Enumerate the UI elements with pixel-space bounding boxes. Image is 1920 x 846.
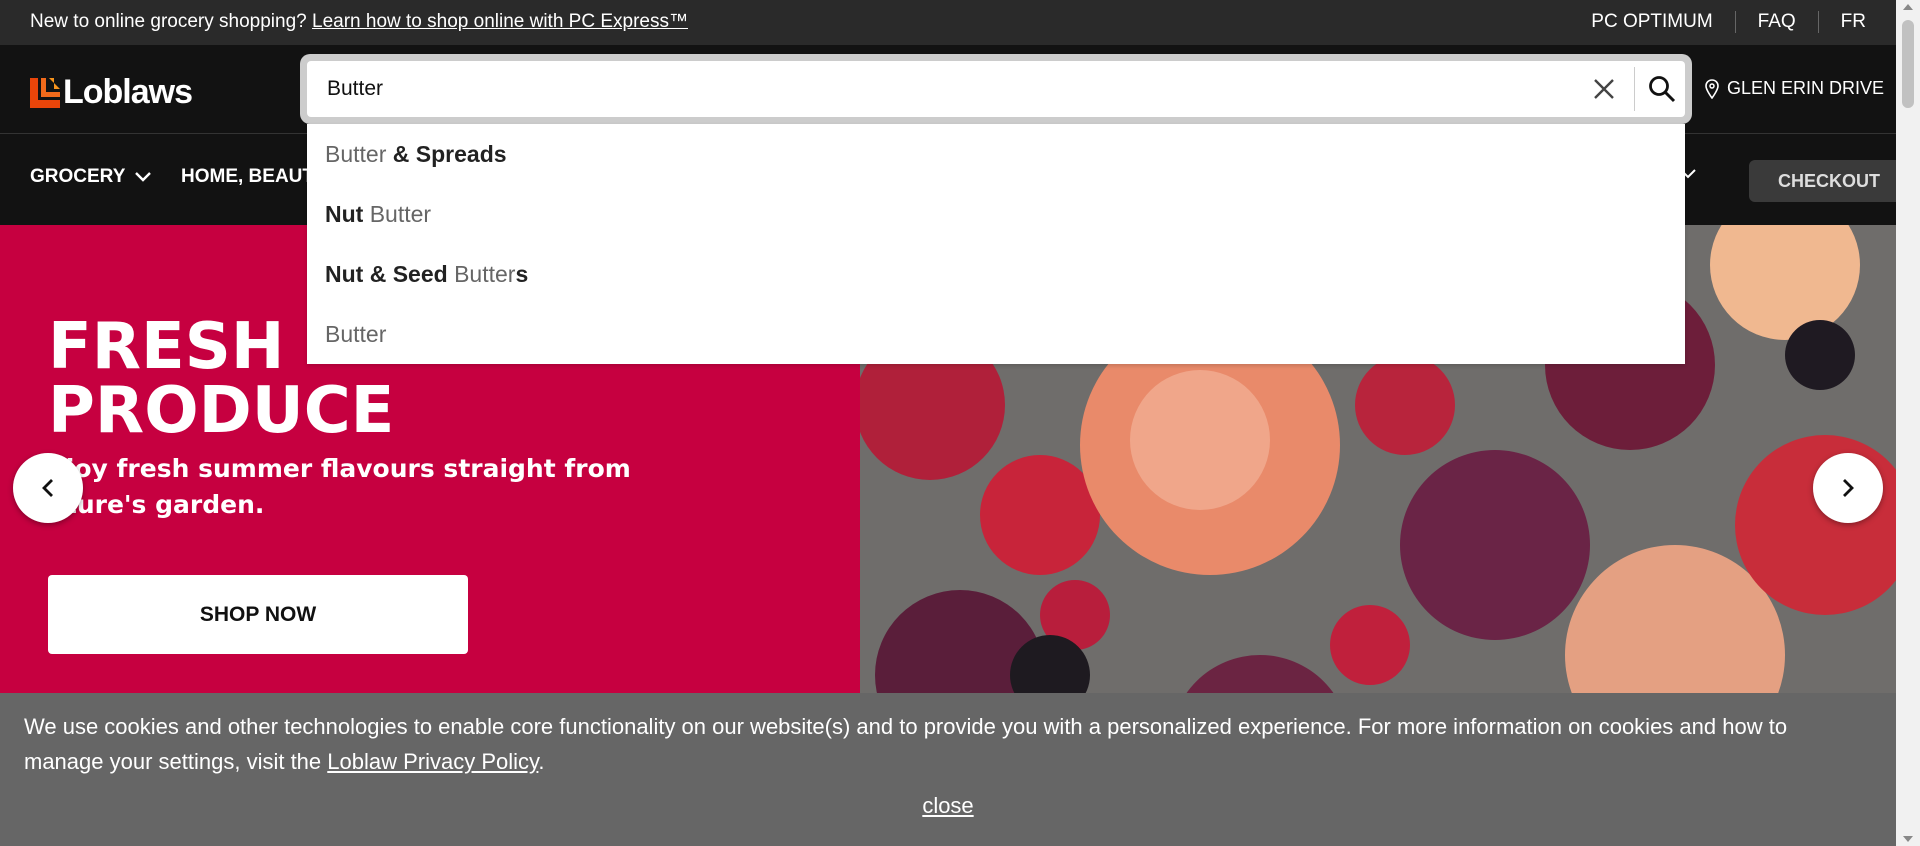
suggestion-muted: Butter [454, 260, 516, 287]
search-icon[interactable] [1647, 74, 1677, 104]
cookie-message: We use cookies and other technologies to… [24, 714, 1788, 774]
checkout-label: CHECKOUT [1778, 170, 1880, 191]
suggestion-item[interactable]: Butter & Spreads [307, 124, 1685, 184]
hero-subtitle-line1: njoy fresh summer flavours straight from [48, 454, 631, 483]
logo-text: Loblaws [63, 73, 193, 111]
suggestion-item[interactable]: Nut & Seed Butter s [307, 244, 1685, 304]
chevron-left-icon [42, 479, 53, 497]
suggestion-item[interactable]: Butter [307, 304, 1685, 364]
carousel-next-button[interactable] [1813, 453, 1883, 523]
suggestion-bold: Nut [325, 200, 370, 227]
cookie-text: We use cookies and other technologies to… [24, 709, 1864, 779]
suggestion-muted: Butter [369, 200, 432, 227]
language-toggle-link[interactable]: FR [1817, 11, 1866, 33]
faq-link[interactable]: FAQ [1734, 11, 1818, 33]
nav-home-beauty-label: HOME, BEAUT [181, 166, 314, 187]
suggestion-muted: Butter [325, 320, 387, 347]
promo-message: New to online grocery shopping? Learn ho… [30, 11, 688, 33]
checkout-button[interactable]: CHECKOUT [1749, 160, 1909, 202]
shop-now-button[interactable]: SHOP NOW [48, 575, 468, 654]
suggestion-bold: & Spreads [386, 140, 507, 167]
suggestion-bold: s [515, 260, 529, 287]
search-divider [1634, 67, 1635, 111]
location-pin-icon [1705, 78, 1719, 99]
store-name: GLEN ERIN DRIVE [1727, 78, 1885, 98]
top-links: PC OPTIMUM FAQ FR [1591, 11, 1866, 33]
store-selector[interactable]: GLEN ERIN DRIVE [1705, 78, 1884, 99]
cookie-period: . [538, 749, 545, 774]
pc-optimum-link[interactable]: PC OPTIMUM [1591, 11, 1734, 33]
nav-grocery-label: GROCERY [30, 166, 126, 187]
search-input[interactable] [327, 70, 1577, 108]
promo-text: New to online grocery shopping? [30, 11, 313, 32]
nav-grocery[interactable]: GROCERY [30, 166, 152, 188]
top-promo-bar: New to online grocery shopping? Learn ho… [0, 0, 1896, 45]
promo-link[interactable]: Learn how to shop online with PC Express… [312, 11, 688, 32]
loblaws-logo-icon [30, 77, 60, 108]
privacy-policy-link[interactable]: Loblaw Privacy Policy [327, 749, 538, 774]
page-scrollbar[interactable] [1896, 0, 1920, 846]
suggestion-bold: Nut & Seed [325, 260, 455, 287]
loblaws-logo[interactable]: Loblaws [30, 73, 193, 112]
hero-subtitle-line2: ature's garden. [48, 490, 265, 519]
chevron-down-icon [135, 172, 152, 182]
scrollbar-thumb[interactable] [1902, 20, 1914, 108]
cookie-close-link[interactable]: close [922, 793, 973, 818]
hero-subtitle: njoy fresh summer flavours straight from… [48, 451, 768, 523]
suggestion-muted: Butter [325, 140, 387, 167]
scroll-down-arrow[interactable] [1903, 836, 1913, 842]
scroll-up-arrow[interactable] [1903, 4, 1913, 10]
cookie-banner: We use cookies and other technologies to… [0, 693, 1896, 846]
carousel-prev-button[interactable] [13, 453, 83, 523]
search-suggestions: Butter & Spreads Nut Butter Nut & Seed B… [307, 124, 1685, 364]
chevron-right-icon [1843, 479, 1854, 497]
clear-search-icon[interactable] [1590, 75, 1618, 103]
suggestion-item[interactable]: Nut Butter [307, 184, 1685, 244]
nav-home-beauty[interactable]: HOME, BEAUT [181, 166, 314, 188]
hero-title-line2: PRODUCE [48, 374, 395, 448]
search-box [307, 61, 1685, 117]
shop-now-label: SHOP NOW [199, 602, 317, 626]
search-bar [300, 54, 1692, 124]
